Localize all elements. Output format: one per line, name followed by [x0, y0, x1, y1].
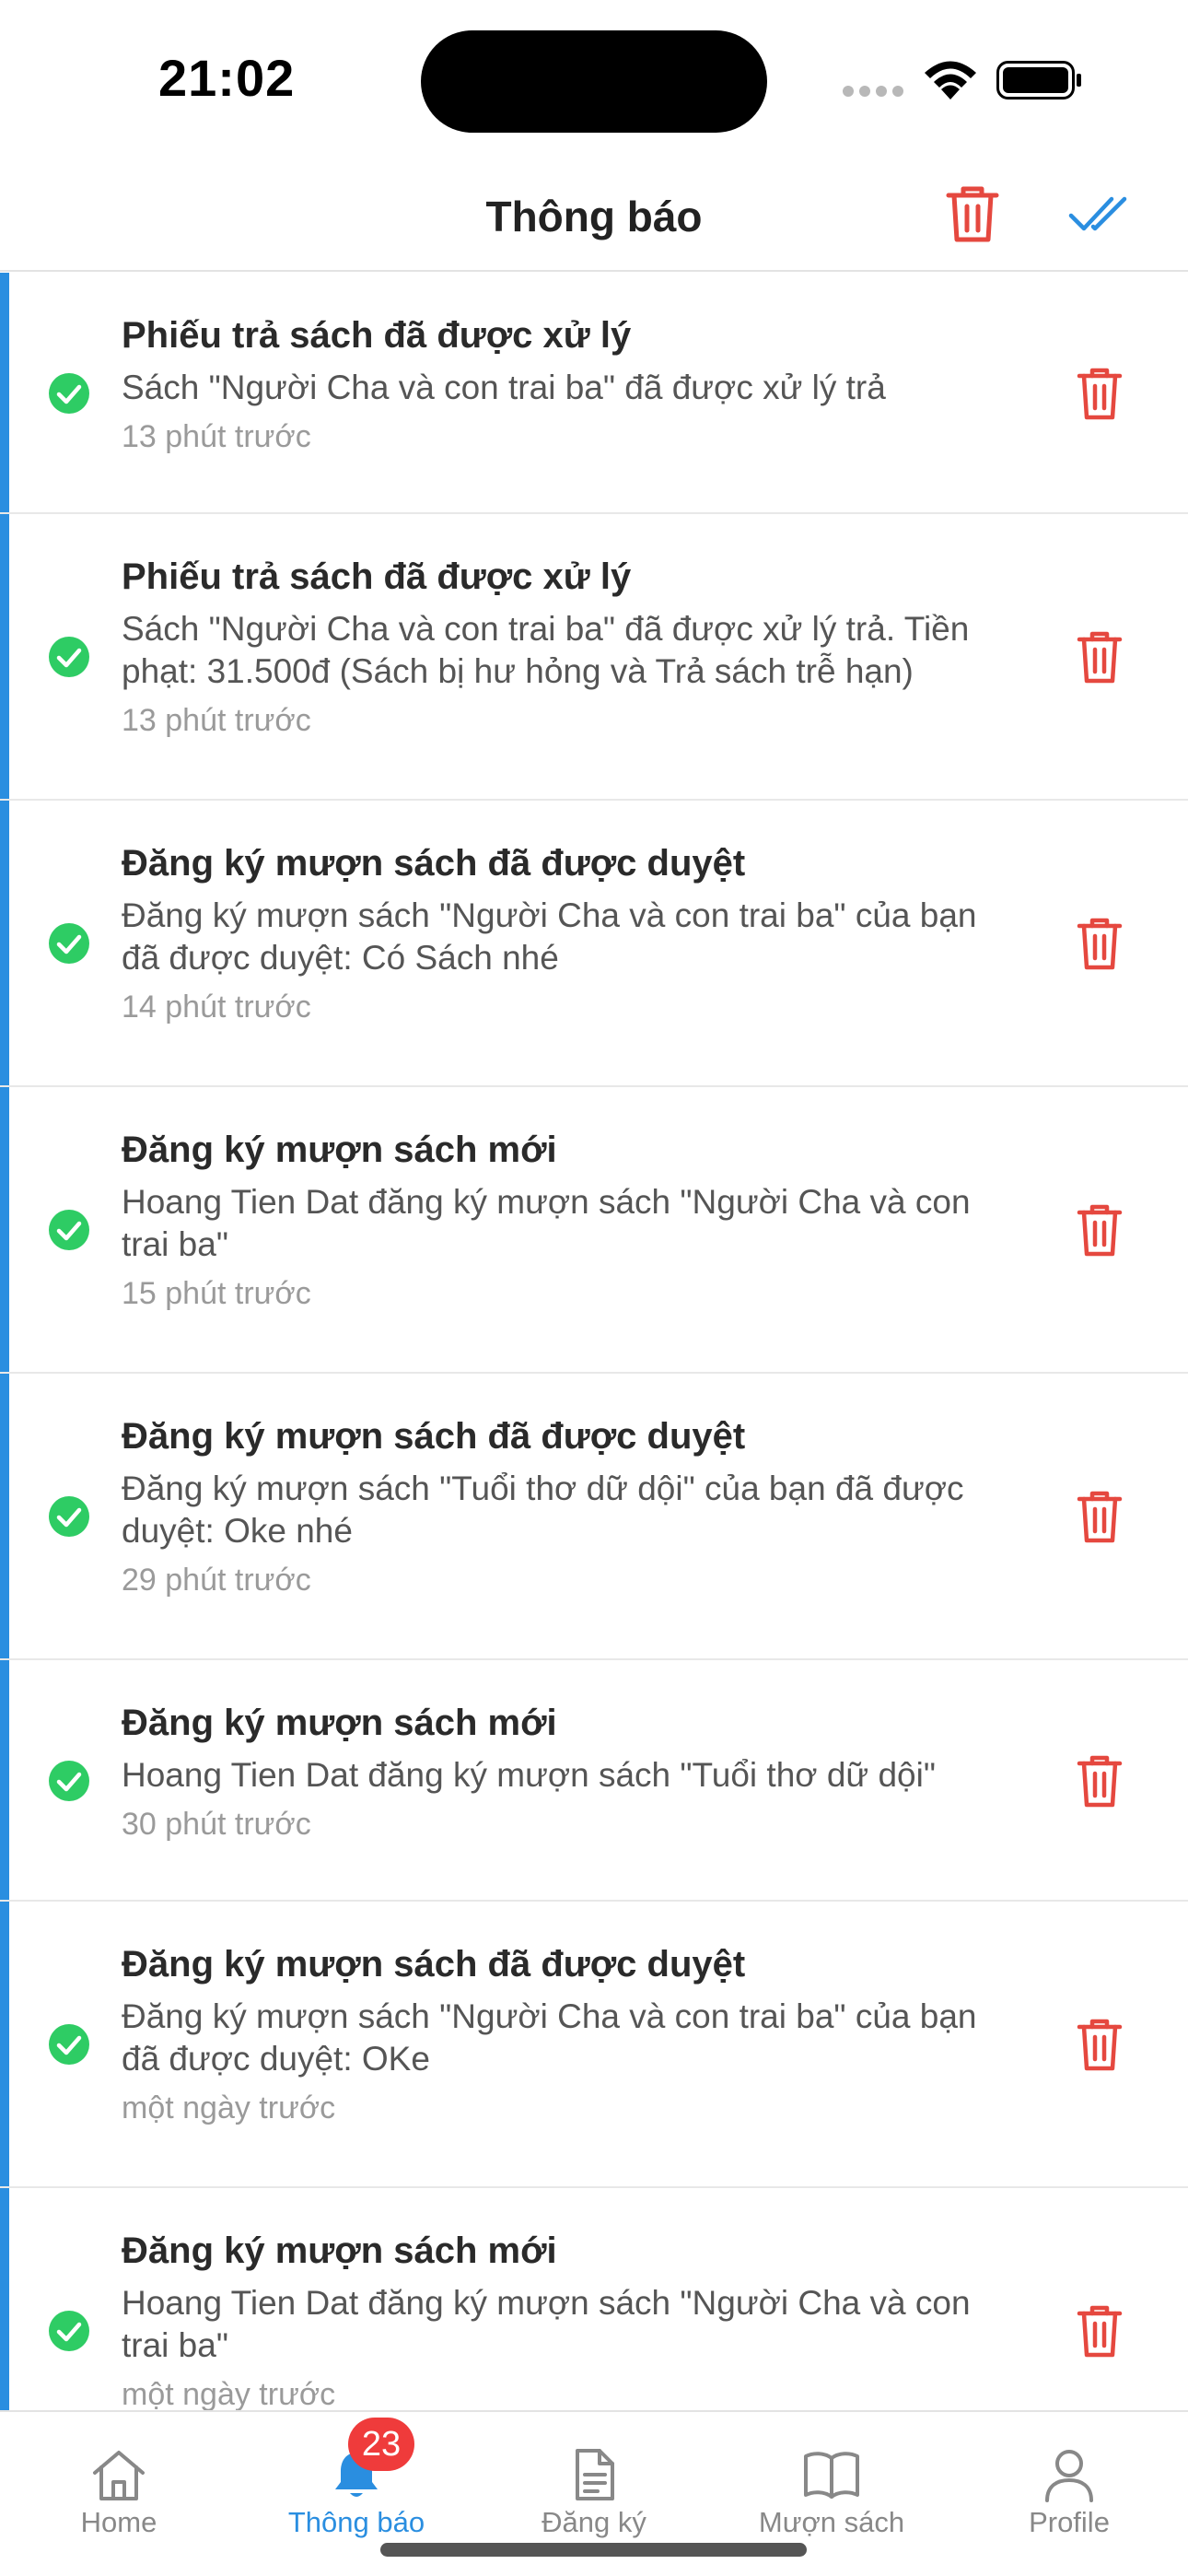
notification-item[interactable]: Đăng ký mượn sách mới Hoang Tien Dat đăn… — [0, 1660, 1188, 1902]
notification-time: 30 phút trước — [122, 1807, 311, 1842]
notification-time: 13 phút trước — [122, 703, 311, 738]
read-check-icon — [49, 2024, 89, 2065]
notification-content: Đăng ký mượn sách đã được duyệt Đăng ký … — [122, 1412, 1019, 1600]
home-icon — [93, 2451, 145, 2500]
delete-notification-icon[interactable] — [1076, 366, 1124, 421]
delete-notification-icon[interactable] — [1076, 1753, 1124, 1809]
notification-message: Sách "Người Cha và con trai ba" đã được … — [122, 610, 970, 690]
battery-icon — [996, 61, 1081, 100]
read-check-icon — [49, 1210, 89, 1250]
notification-item[interactable]: Phiếu trả sách đã được xử lý Sách "Người… — [0, 273, 1188, 514]
page-title: Thông báo — [485, 193, 703, 240]
notification-time: 13 phút trước — [122, 419, 311, 454]
delete-notification-icon[interactable] — [1076, 2017, 1124, 2072]
notification-title: Phiếu trả sách đã được xử lý — [122, 315, 632, 356]
delete-notification-icon[interactable] — [1076, 2303, 1124, 2359]
read-check-icon — [49, 1761, 89, 1801]
notification-item[interactable]: Đăng ký mượn sách đã được duyệt Đăng ký … — [0, 801, 1188, 1087]
notifications-header: Thông báo — [0, 157, 1188, 272]
read-check-icon — [49, 1496, 89, 1537]
notification-time: một ngày trước — [122, 2377, 336, 2410]
tab-label: Mượn sách — [758, 2506, 905, 2538]
notification-message: Hoang Tien Dat đăng ký mượn sách "Tuổi t… — [122, 1756, 936, 1794]
tab-notifications[interactable]: 23 Thông báo — [238, 2412, 475, 2550]
notification-content: Phiếu trả sách đã được xử lý Sách "Người… — [122, 311, 1019, 457]
notification-count-badge: 23 — [348, 2418, 414, 2471]
notification-message: Hoang Tien Dat đăng ký mượn sách "Người … — [122, 1183, 971, 1263]
cellular-signal-icon — [843, 81, 903, 97]
notification-item[interactable]: Đăng ký mượn sách mới Hoang Tien Dat đăn… — [0, 1087, 1188, 1374]
notification-content: Phiếu trả sách đã được xử lý Sách "Người… — [122, 553, 1019, 741]
notification-message: Đăng ký mượn sách "Tuổi thơ dữ dội" của … — [122, 1469, 964, 1550]
tab-label: Thông báo — [287, 2506, 425, 2538]
notification-title: Đăng ký mượn sách mới — [122, 1703, 557, 1743]
read-check-icon — [49, 2311, 89, 2351]
notification-title: Phiếu trả sách đã được xử lý — [122, 556, 632, 597]
notification-time: 14 phút trước — [122, 989, 311, 1025]
notification-item[interactable]: Phiếu trả sách đã được xử lý Sách "Người… — [0, 514, 1188, 801]
notification-title: Đăng ký mượn sách mới — [122, 2231, 557, 2271]
notification-list[interactable]: Phiếu trả sách đã được xử lý Sách "Người… — [0, 273, 1188, 2410]
notification-message: Hoang Tien Dat đăng ký mượn sách "Người … — [122, 2284, 971, 2364]
notification-content: Đăng ký mượn sách mới Hoang Tien Dat đăn… — [122, 2227, 1019, 2410]
notification-title: Đăng ký mượn sách đã được duyệt — [122, 1944, 746, 1985]
notification-item[interactable]: Đăng ký mượn sách mới Hoang Tien Dat đăn… — [0, 2188, 1188, 2410]
notification-content: Đăng ký mượn sách mới Hoang Tien Dat đăn… — [122, 1699, 1019, 1844]
notification-title: Đăng ký mượn sách đã được duyệt — [122, 843, 746, 884]
notification-content: Đăng ký mượn sách mới Hoang Tien Dat đăn… — [122, 1126, 1019, 1314]
notification-content: Đăng ký mượn sách đã được duyệt Đăng ký … — [122, 839, 1019, 1027]
notification-item[interactable]: Đăng ký mượn sách đã được duyệt Đăng ký … — [0, 1374, 1188, 1660]
read-check-icon — [49, 373, 89, 414]
delete-all-trash-icon[interactable] — [945, 184, 1000, 243]
tab-label: Đăng ký — [542, 2506, 646, 2538]
read-check-icon — [49, 923, 89, 964]
notification-time: một ngày trước — [122, 2090, 336, 2125]
notification-item[interactable]: Đăng ký mượn sách đã được duyệt Đăng ký … — [0, 1902, 1188, 2188]
notification-message: Đăng ký mượn sách "Người Cha và con trai… — [122, 1997, 977, 2078]
notification-message: Đăng ký mượn sách "Người Cha và con trai… — [122, 896, 977, 977]
delete-notification-icon[interactable] — [1076, 1489, 1124, 1544]
user-icon — [1045, 2450, 1093, 2502]
tab-borrow-books[interactable]: Mượn sách — [713, 2412, 950, 2550]
read-check-icon — [49, 637, 89, 677]
delete-notification-icon[interactable] — [1076, 629, 1124, 685]
tab-register[interactable]: Đăng ký — [475, 2412, 713, 2550]
tab-profile[interactable]: Profile — [950, 2412, 1188, 2550]
notification-content: Đăng ký mượn sách đã được duyệt Đăng ký … — [122, 1940, 1019, 2128]
notification-title: Đăng ký mượn sách mới — [122, 1130, 557, 1170]
notification-time: 15 phút trước — [122, 1276, 311, 1311]
book-icon — [804, 2452, 859, 2499]
home-indicator[interactable] — [380, 2543, 807, 2557]
notification-message: Sách "Người Cha và con trai ba" đã được … — [122, 369, 886, 406]
tab-label: Profile — [1029, 2506, 1110, 2538]
delete-notification-icon[interactable] — [1076, 1202, 1124, 1258]
document-icon — [576, 2449, 614, 2500]
mark-all-read-icon[interactable] — [1068, 193, 1127, 236]
delete-notification-icon[interactable] — [1076, 916, 1124, 971]
notification-time: 29 phút trước — [122, 1563, 311, 1598]
status-bar: 21:02 — [0, 0, 1188, 157]
tab-label: Home — [80, 2506, 157, 2538]
status-time: 21:02 — [158, 49, 296, 107]
tab-home[interactable]: Home — [0, 2412, 238, 2550]
notification-title: Đăng ký mượn sách đã được duyệt — [122, 1416, 746, 1457]
dynamic-island — [421, 30, 767, 133]
wifi-icon — [925, 61, 976, 100]
